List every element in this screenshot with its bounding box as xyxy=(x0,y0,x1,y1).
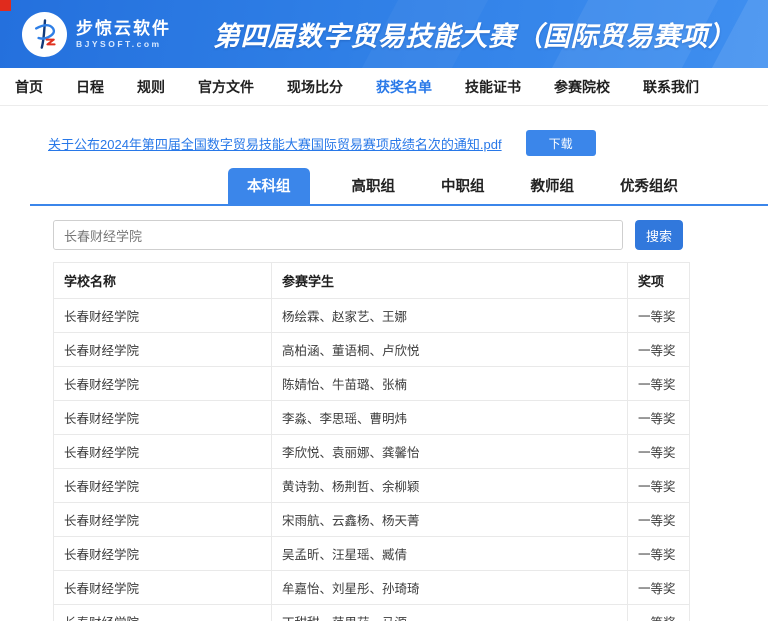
nav-item-contact-us[interactable]: 联系我们 xyxy=(643,77,699,97)
table-row: 长春财经学院 陈婧怡、牛苗璐、张楠 一等奖 xyxy=(54,367,690,401)
tab-excellent-organization[interactable]: 优秀组织 xyxy=(616,168,682,204)
table-row: 长春财经学院 丁甜甜、范思茹、马源 一等奖 xyxy=(54,605,690,621)
cell-students: 高柏涵、董语桐、卢欣悦 xyxy=(272,333,628,367)
cell-award: 一等奖 xyxy=(628,469,690,503)
screen-corner-marker xyxy=(0,0,11,11)
column-header-school: 学校名称 xyxy=(54,263,272,299)
logo-icon xyxy=(22,12,67,57)
group-tabs: 本科组 高职组 中职组 教师组 优秀组织 xyxy=(30,168,768,206)
column-header-award: 奖项 xyxy=(628,263,690,299)
cell-award: 一等奖 xyxy=(628,571,690,605)
nav-item-live-scores[interactable]: 现场比分 xyxy=(287,77,343,97)
page-title: 第四届数字贸易技能大赛（国际贸易赛项） xyxy=(213,15,736,54)
cell-students: 李淼、李思瑶、曹明炜 xyxy=(272,401,628,435)
cell-award: 一等奖 xyxy=(628,299,690,333)
cell-award: 一等奖 xyxy=(628,605,690,621)
nav-item-skill-certificates[interactable]: 技能证书 xyxy=(465,77,521,97)
cell-school-name: 长春财经学院 xyxy=(54,435,272,469)
cell-school-name: 长春财经学院 xyxy=(54,333,272,367)
table-row: 长春财经学院 黄诗勃、杨荆哲、余柳颖 一等奖 xyxy=(54,469,690,503)
cell-school-name: 长春财经学院 xyxy=(54,503,272,537)
table-row: 长春财经学院 高柏涵、董语桐、卢欣悦 一等奖 xyxy=(54,333,690,367)
cell-school-name: 长春财经学院 xyxy=(54,299,272,333)
cell-award: 一等奖 xyxy=(628,401,690,435)
table-row: 长春财经学院 杨绘霖、赵家艺、王娜 一等奖 xyxy=(54,299,690,333)
table-row: 长春财经学院 牟嘉怡、刘星彤、孙琦琦 一等奖 xyxy=(54,571,690,605)
cell-students: 吴孟昕、汪星瑶、臧倩 xyxy=(272,537,628,571)
cell-students: 杨绘霖、赵家艺、王娜 xyxy=(272,299,628,333)
table-row: 长春财经学院 李淼、李思瑶、曹明炜 一等奖 xyxy=(54,401,690,435)
table-row: 长春财经学院 李欣悦、袁丽娜、龚馨怡 一等奖 xyxy=(54,435,690,469)
table-row: 长春财经学院 吴孟昕、汪星瑶、臧倩 一等奖 xyxy=(54,537,690,571)
column-header-students: 参赛学生 xyxy=(272,263,628,299)
cell-school-name: 长春财经学院 xyxy=(54,537,272,571)
notice-pdf-link[interactable]: 关于公布2024年第四届全国数字贸易技能大赛国际贸易赛项成绩名次的通知.pdf xyxy=(48,134,502,153)
nav-item-official-docs[interactable]: 官方文件 xyxy=(198,77,254,97)
cell-students: 黄诗勃、杨荆哲、余柳颖 xyxy=(272,469,628,503)
nav-item-home[interactable]: 首页 xyxy=(15,77,43,97)
cell-students: 李欣悦、袁丽娜、龚馨怡 xyxy=(272,435,628,469)
cell-school-name: 长春财经学院 xyxy=(54,401,272,435)
award-table: 学校名称 参赛学生 奖项 长春财经学院 杨绘霖、赵家艺、王娜 一等奖 长春财经学… xyxy=(53,262,690,621)
nav-item-schedule[interactable]: 日程 xyxy=(76,77,104,97)
download-button[interactable]: 下载 xyxy=(526,130,596,156)
cell-award: 一等奖 xyxy=(628,537,690,571)
table-row: 长春财经学院 宋雨航、云鑫杨、杨天菁 一等奖 xyxy=(54,503,690,537)
cell-award: 一等奖 xyxy=(628,503,690,537)
search-input[interactable] xyxy=(53,220,623,250)
cell-school-name: 长春财经学院 xyxy=(54,367,272,401)
nav-item-rules[interactable]: 规则 xyxy=(137,77,165,97)
cell-students: 丁甜甜、范思茹、马源 xyxy=(272,605,628,621)
table-header-row: 学校名称 参赛学生 奖项 xyxy=(54,263,690,299)
table-body: 长春财经学院 杨绘霖、赵家艺、王娜 一等奖 长春财经学院 高柏涵、董语桐、卢欣悦… xyxy=(54,299,690,621)
search-row: 搜索 xyxy=(53,220,715,250)
nav-item-participating-schools[interactable]: 参赛院校 xyxy=(554,77,610,97)
nav-item-award-list[interactable]: 获奖名单 xyxy=(376,77,432,97)
site-logo[interactable]: 步惊云软件 BJYSOFT.com xyxy=(22,12,171,57)
cell-award: 一等奖 xyxy=(628,367,690,401)
cell-students: 陈婧怡、牛苗璐、张楠 xyxy=(272,367,628,401)
notice-row: 关于公布2024年第四届全国数字贸易技能大赛国际贸易赛项成绩名次的通知.pdf … xyxy=(48,130,718,156)
logo-name-en: BJYSOFT.com xyxy=(76,39,171,49)
cell-award: 一等奖 xyxy=(628,333,690,367)
tab-vocational-college-group[interactable]: 高职组 xyxy=(348,168,400,204)
cell-award: 一等奖 xyxy=(628,435,690,469)
cell-students: 宋雨航、云鑫杨、杨天菁 xyxy=(272,503,628,537)
tab-undergraduate-group[interactable]: 本科组 xyxy=(228,168,310,204)
main-nav: 首页 日程 规则 官方文件 现场比分 获奖名单 技能证书 参赛院校 联系我们 xyxy=(0,68,768,106)
search-button[interactable]: 搜索 xyxy=(635,220,683,250)
cell-school-name: 长春财经学院 xyxy=(54,469,272,503)
cell-school-name: 长春财经学院 xyxy=(54,571,272,605)
logo-name-cn: 步惊云软件 xyxy=(76,19,171,39)
tab-secondary-vocational-group[interactable]: 中职组 xyxy=(437,168,489,204)
logo-text: 步惊云软件 BJYSOFT.com xyxy=(76,19,171,49)
cell-students: 牟嘉怡、刘星彤、孙琦琦 xyxy=(272,571,628,605)
app-header: 步惊云软件 BJYSOFT.com 第四届数字贸易技能大赛（国际贸易赛项） xyxy=(0,0,768,68)
tab-teacher-group[interactable]: 教师组 xyxy=(527,168,579,204)
cell-school-name: 长春财经学院 xyxy=(54,605,272,621)
